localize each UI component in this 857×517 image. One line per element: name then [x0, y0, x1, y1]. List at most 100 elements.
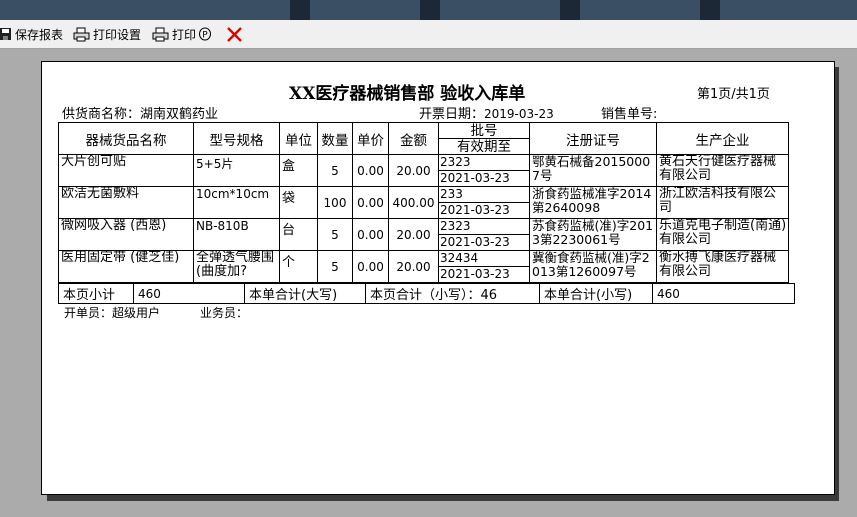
cell-manufacturer: 乐道克电子制造(南通)有限公司: [656, 218, 789, 251]
cell-amount: 20.00: [388, 250, 439, 283]
col-header-expiry: 有效期至: [457, 138, 511, 155]
date-label: 开票日期：: [419, 107, 485, 122]
cell-reg-no: 浙食药监械准字2014第2640098: [529, 186, 657, 219]
cell-model: 全弹透气腰围(曲度加?: [193, 250, 280, 283]
cell-manufacturer: 衡水搏飞康医疗器械有限公司: [656, 250, 789, 283]
printer-setup-icon: [73, 27, 90, 41]
page-info: 第1页/共1页: [697, 87, 770, 102]
cell-batch-expiry: 2323 2021-03-23: [438, 154, 530, 187]
window-top-band: [0, 0, 857, 20]
top-band-strip: [560, 0, 580, 20]
supplier-name: 湖南双鹤药业: [140, 107, 219, 122]
salesman-label: 业务员：: [200, 306, 249, 320]
cell-unit: 袋: [279, 186, 318, 219]
date-value: 2019-03-23: [484, 107, 554, 121]
cell-price: 0.00: [352, 218, 389, 251]
operator-label: 开单员：: [64, 306, 113, 320]
col-header-manufacturer: 生产企业: [656, 122, 789, 155]
print-setup-label: 打印设置: [93, 27, 142, 42]
col-header-model: 型号规格: [193, 122, 280, 155]
order-no-label: 销售单号:: [601, 107, 658, 122]
table-row: 微网吸入器 (西恩) NB-810B 台 5 0.00 20.00 2323 20…: [58, 218, 789, 251]
supplier-info: 供货商名称：湖南双鹤药业: [62, 103, 218, 122]
cell-price: 0.00: [352, 154, 389, 187]
page-subtotal-label: 本页小计: [58, 283, 134, 304]
print-shortcut-letter: P: [202, 31, 208, 41]
col-header-unit: 单位: [279, 122, 318, 155]
page-total-lower: 本页合计（小写）：46: [365, 283, 540, 304]
cell-unit: 台: [279, 218, 318, 251]
cell-expiry: 2021-03-23: [440, 203, 510, 217]
report-page: XX医疗器械销售部 验收入库单 第1页/共1页 供货商名称：湖南双鹤药业 开票日…: [41, 61, 835, 495]
print-button[interactable]: 打印 P: [152, 23, 212, 45]
invoice-date: 开票日期：2019-03-23: [419, 103, 554, 122]
cell-name: 医用固定带 (健芝佳): [58, 250, 194, 283]
top-band-strip: [290, 0, 310, 20]
page-subtotal-value: 460: [133, 283, 245, 304]
cell-batch: 2323: [439, 220, 529, 235]
cell-amount: 20.00: [388, 218, 439, 251]
cell-expiry: 2021-03-23: [440, 171, 510, 185]
items-table: 器械货品名称 型号规格 单位 数量 单价 金额 批号 有效期至 注册证号 生产企业…: [58, 122, 789, 283]
cell-unit: 盒: [279, 154, 318, 187]
col-header-reg-no: 注册证号: [529, 122, 657, 155]
cell-model: 5+5片: [193, 154, 280, 187]
order-total-lower-label: 本单合计(小写): [539, 283, 653, 304]
cell-expiry: 2021-03-23: [440, 235, 510, 249]
col-header-name: 器械货品名称: [58, 122, 194, 155]
salesman-info: 业务员：: [200, 304, 248, 321]
order-total-upper-label: 本单合计(大写): [244, 283, 366, 304]
cell-qty: 5: [317, 218, 353, 251]
floppy-disk-icon: [0, 28, 11, 40]
cell-manufacturer: 浙江欧洁科技有限公司: [656, 186, 789, 219]
cell-model: 10cm*10cm: [193, 186, 280, 219]
print-label: 打印: [172, 27, 197, 42]
cell-batch: 2323: [439, 156, 529, 171]
cell-price: 0.00: [352, 250, 389, 283]
cell-batch-expiry: 233 2021-03-23: [438, 186, 530, 219]
cell-batch-expiry: 32434 2021-03-23: [438, 250, 530, 283]
col-header-price: 单价: [352, 122, 389, 155]
cell-reg-no: 苏食药监械(准)字2013第2230061号: [529, 218, 657, 251]
cell-price: 0.00: [352, 186, 389, 219]
col-header-batch-expiry: 批号 有效期至: [438, 122, 530, 155]
save-report-label: 保存报表: [15, 27, 64, 42]
save-report-button[interactable]: 保存报表: [0, 23, 63, 45]
col-header-qty: 数量: [317, 122, 353, 155]
table-row: 大片创可贴 5+5片 盒 5 0.00 20.00 2323 2021-03-23…: [58, 154, 789, 187]
cell-reg-no: 冀衡食药监械(准)字2013第1260097号: [529, 250, 657, 283]
cell-name: 欧洁无菌敷料: [58, 186, 194, 219]
print-setup-button[interactable]: 打印设置: [73, 23, 141, 45]
col-header-batch: 批号: [439, 124, 529, 139]
cell-qty: 5: [317, 250, 353, 283]
print-shortcut-badge: P: [199, 27, 212, 41]
table-header-row: 器械货品名称 型号规格 单位 数量 单价 金额 批号 有效期至 注册证号 生产企业: [58, 122, 789, 155]
totals-row: 本页小计 460 本单合计(大写) 本页合计（小写）：46 本单合计(小写) 4…: [58, 283, 795, 304]
cell-qty: 5: [317, 154, 353, 187]
printer-icon: [152, 27, 169, 41]
cell-batch-expiry: 2323 2021-03-23: [438, 218, 530, 251]
cell-amount: 400.00: [388, 186, 439, 219]
cell-reg-no: 鄂黄石械备20150007号: [529, 154, 657, 187]
close-icon: [227, 26, 242, 42]
report-title: XX医疗器械销售部 验收入库单: [289, 84, 526, 104]
col-header-amount: 金额: [388, 122, 439, 155]
order-total-lower-value: 460: [652, 283, 795, 304]
toolbar: 保存报表 打印设置 打印 P: [0, 20, 857, 49]
cell-unit: 个: [279, 250, 318, 283]
supplier-label: 供货商名称：: [62, 107, 141, 122]
close-preview-button[interactable]: [225, 23, 247, 45]
cell-batch: 233: [439, 188, 529, 203]
cell-name: 微网吸入器 (西恩): [58, 218, 194, 251]
cell-manufacturer: 黄石天行健医疗器械有限公司: [656, 154, 789, 187]
cell-qty: 100: [317, 186, 353, 219]
operator-value: 超级用户: [112, 306, 161, 320]
cell-name: 大片创可贴: [58, 154, 194, 187]
cell-model: NB-810B: [193, 218, 280, 251]
cell-amount: 20.00: [388, 154, 439, 187]
table-row: 医用固定带 (健芝佳) 全弹透气腰围(曲度加? 个 5 0.00 20.00 3…: [58, 250, 789, 283]
top-band-strip: [700, 0, 720, 20]
top-band-strip: [420, 0, 440, 20]
cell-batch: 32434: [439, 252, 529, 267]
cell-expiry: 2021-03-23: [440, 267, 510, 281]
